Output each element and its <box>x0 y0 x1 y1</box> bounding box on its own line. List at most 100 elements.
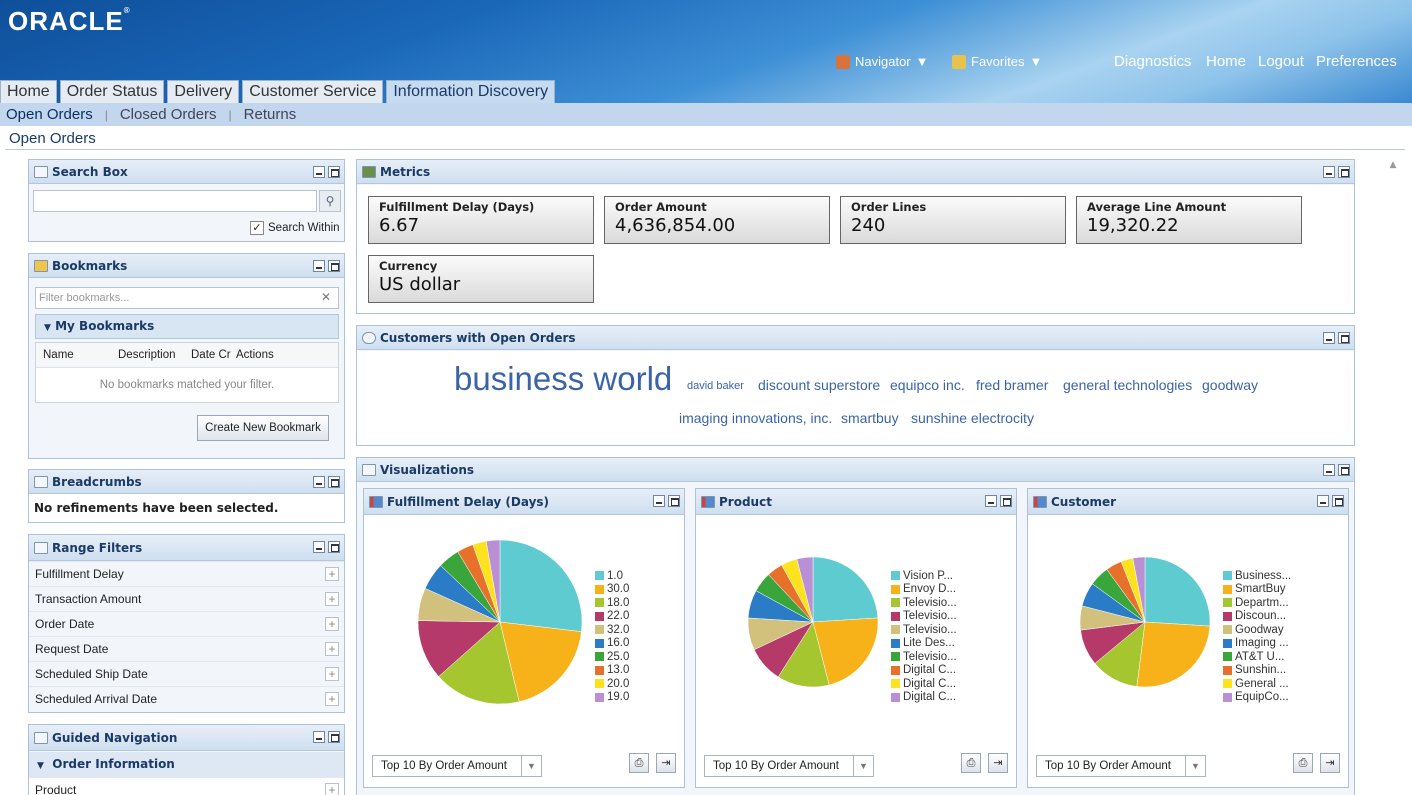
minimize-icon[interactable] <box>653 495 665 507</box>
logout-link[interactable]: Logout <box>1258 53 1304 70</box>
legend-item: 22.0 <box>595 610 629 624</box>
minimize-icon[interactable] <box>1323 464 1335 476</box>
range-filter-item[interactable]: Scheduled Arrival Date + <box>29 686 344 711</box>
print-icon[interactable]: ⎙ <box>1293 753 1313 773</box>
pie-slice[interactable] <box>499 539 583 632</box>
tag-link[interactable]: general technologies <box>1063 377 1192 393</box>
cloud-icon <box>362 331 376 344</box>
tab-information-discovery[interactable]: Information Discovery <box>386 80 556 103</box>
print-icon[interactable]: ⎙ <box>629 753 649 773</box>
range-filter-item[interactable]: Transaction Amount + <box>29 586 344 611</box>
create-bookmark-button[interactable]: Create New Bookmark <box>197 415 329 441</box>
minimize-icon[interactable] <box>1323 332 1335 344</box>
range-filter-item[interactable]: Order Date + <box>29 611 344 636</box>
expand-plus-icon[interactable]: + <box>325 783 339 795</box>
order-information-group[interactable]: ▼ Order Information <box>29 752 344 777</box>
legend-label: 1.0 <box>607 569 623 582</box>
column-header[interactable]: Description <box>118 349 176 361</box>
search-input[interactable] <box>33 190 317 212</box>
export-icon[interactable]: ⇥ <box>1320 753 1340 773</box>
page-scrollbar[interactable]: ▲ <box>1388 160 1398 790</box>
export-icon[interactable]: ⇥ <box>988 753 1008 773</box>
pie-slice[interactable] <box>812 556 879 623</box>
column-header[interactable]: Actions <box>236 349 274 361</box>
search-within-option[interactable]: ✓ Search Within <box>250 221 340 235</box>
tag-link[interactable]: smartbuy <box>841 410 899 426</box>
tag-link[interactable]: discount superstore <box>758 377 880 393</box>
tag-link[interactable]: imaging innovations, inc. <box>679 410 832 426</box>
diagnostics-link[interactable]: Diagnostics <box>1114 53 1192 70</box>
range-filter-item[interactable]: Fulfillment Delay + <box>29 561 344 586</box>
pie-chart[interactable] <box>696 515 1016 745</box>
tag-link[interactable]: goodway <box>1202 377 1258 393</box>
top10-select[interactable]: Top 10 By Order Amount ▼ <box>704 755 874 777</box>
export-icon[interactable]: ⇥ <box>656 753 676 773</box>
subnav-closed-orders[interactable]: Closed Orders <box>120 106 217 123</box>
maximize-icon[interactable] <box>328 541 340 553</box>
my-bookmarks-group[interactable]: ▼ My Bookmarks <box>35 314 339 339</box>
tab-delivery[interactable]: Delivery <box>167 80 240 103</box>
expand-plus-icon[interactable]: + <box>325 642 339 656</box>
range-filter-item[interactable]: Scheduled Ship Date + <box>29 661 344 686</box>
maximize-icon[interactable] <box>1338 332 1350 344</box>
maximize-icon[interactable] <box>1338 464 1350 476</box>
guided-nav-item[interactable]: Product + <box>29 777 344 795</box>
pie-slice[interactable] <box>1136 621 1211 688</box>
maximize-icon[interactable] <box>668 495 680 507</box>
column-header[interactable]: Name <box>43 349 74 361</box>
range-filter-item[interactable]: Request Date + <box>29 636 344 661</box>
maximize-icon[interactable] <box>328 731 340 743</box>
header-banner: ORACLE® Navigator ▼ Favorites ▼ Diagnost… <box>0 0 1412 103</box>
maximize-icon[interactable] <box>328 476 340 488</box>
minimize-icon[interactable] <box>985 495 997 507</box>
minimize-icon[interactable] <box>1323 166 1335 178</box>
tab-order-status[interactable]: Order Status <box>59 80 165 103</box>
bookmark-filter-field[interactable]: Filter bookmarks... <box>35 287 339 309</box>
expand-plus-icon[interactable]: + <box>325 667 339 681</box>
pie-chart[interactable] <box>364 515 684 745</box>
favorites-menu[interactable]: Favorites ▼ <box>952 54 1042 69</box>
expand-plus-icon[interactable]: + <box>325 692 339 706</box>
subnav-returns[interactable]: Returns <box>244 106 297 123</box>
search-within-label: Search Within <box>268 222 340 234</box>
minimize-icon[interactable] <box>313 260 325 272</box>
maximize-icon[interactable] <box>1332 495 1344 507</box>
preferences-link[interactable]: Preferences <box>1316 53 1397 70</box>
minimize-icon[interactable] <box>313 476 325 488</box>
search-icon[interactable]: ⚲ <box>319 190 341 212</box>
maximize-icon[interactable] <box>328 166 340 178</box>
top10-select[interactable]: Top 10 By Order Amount ▼ <box>372 755 542 777</box>
minimize-icon[interactable] <box>1317 495 1329 507</box>
expand-plus-icon[interactable]: + <box>325 567 339 581</box>
minimize-icon[interactable] <box>313 541 325 553</box>
expand-plus-icon[interactable]: + <box>325 617 339 631</box>
expand-plus-icon[interactable]: + <box>325 592 339 606</box>
clear-icon[interactable]: ✕ <box>321 290 331 304</box>
maximize-icon[interactable] <box>1338 166 1350 178</box>
column-header[interactable]: Date Cr <box>191 349 231 361</box>
checkbox-checked-icon[interactable]: ✓ <box>250 221 264 235</box>
maximize-icon[interactable] <box>1000 495 1012 507</box>
tag-link[interactable]: fred bramer <box>976 377 1048 393</box>
legend-swatch <box>1223 638 1232 648</box>
top10-select[interactable]: Top 10 By Order Amount ▼ <box>1036 755 1206 777</box>
pie-slice[interactable] <box>1144 556 1211 627</box>
tab-home[interactable]: Home <box>0 80 57 103</box>
bar-chart-icon <box>701 495 715 508</box>
tab-customer-service[interactable]: Customer Service <box>242 80 384 103</box>
tag-link[interactable]: equipco inc. <box>890 377 965 393</box>
navigator-menu[interactable]: Navigator ▼ <box>836 54 929 69</box>
scroll-up-icon[interactable]: ▲ <box>1388 160 1398 170</box>
maximize-icon[interactable] <box>328 260 340 272</box>
print-icon[interactable]: ⎙ <box>961 753 981 773</box>
subnav-open-orders[interactable]: Open Orders <box>6 106 93 123</box>
home-link[interactable]: Home <box>1206 53 1246 70</box>
tag-link[interactable]: sunshine electrocity <box>911 410 1034 426</box>
tag-link[interactable]: david baker <box>687 380 744 392</box>
pie-chart[interactable] <box>1028 515 1348 745</box>
legend-item: 25.0 <box>595 650 629 664</box>
minimize-icon[interactable] <box>313 166 325 178</box>
legend-item: EquipCo... <box>1223 691 1291 705</box>
tag-link[interactable]: business world <box>454 360 672 398</box>
minimize-icon[interactable] <box>313 731 325 743</box>
